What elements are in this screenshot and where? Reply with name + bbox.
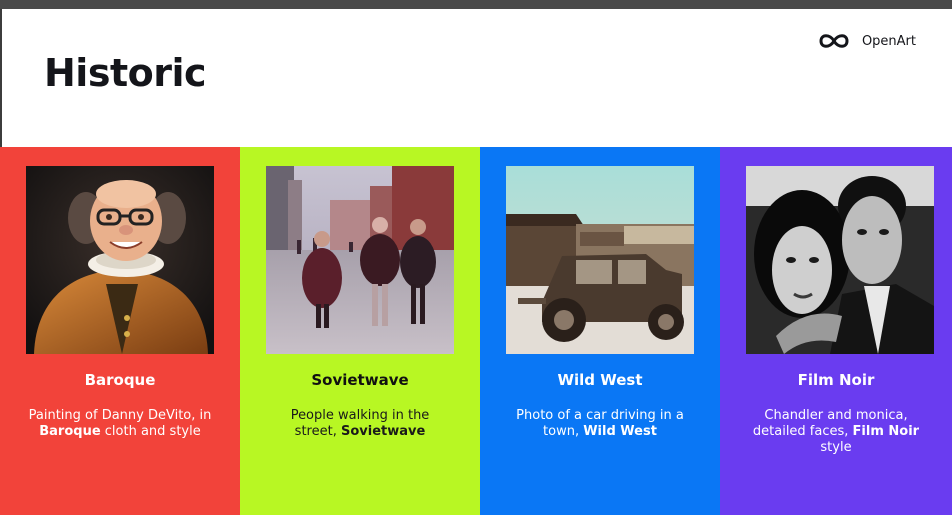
infinity-logo-icon	[819, 34, 849, 48]
old-car-town-photo-image	[506, 166, 694, 354]
style-cards: Baroque Painting of Danny DeVito, in Bar…	[0, 147, 952, 515]
style-card-film-noir[interactable]: Film Noir Chandler and monica, detailed …	[720, 147, 952, 515]
soviet-street-photo-image	[266, 166, 454, 354]
style-name: Wild West	[557, 371, 643, 389]
film-noir-couple-image	[746, 166, 934, 354]
window-top-bar	[0, 0, 952, 9]
style-card-sovietwave[interactable]: Sovietwave People walking in the street,…	[240, 147, 480, 515]
style-description: Painting of Danny DeVito, in Baroque clo…	[28, 408, 212, 439]
page-header: Historic OpenArt	[0, 9, 952, 147]
style-name: Film Noir	[797, 371, 875, 389]
style-name: Baroque	[84, 371, 156, 389]
page-title: Historic	[44, 51, 207, 95]
baroque-portrait-image	[26, 166, 214, 354]
style-name: Sovietwave	[311, 371, 409, 389]
style-description: People walking in the street, Sovietwave	[290, 408, 430, 439]
brand-name: OpenArt	[861, 33, 916, 49]
brand[interactable]: OpenArt	[818, 31, 916, 51]
style-description: Chandler and monica, detailed faces, Fil…	[752, 408, 920, 455]
style-description: Photo of a car driving in a town, Wild W…	[516, 408, 684, 439]
style-card-baroque[interactable]: Baroque Painting of Danny DeVito, in Bar…	[0, 147, 240, 515]
style-card-wild-west[interactable]: Wild West Photo of a car driving in a to…	[480, 147, 720, 515]
